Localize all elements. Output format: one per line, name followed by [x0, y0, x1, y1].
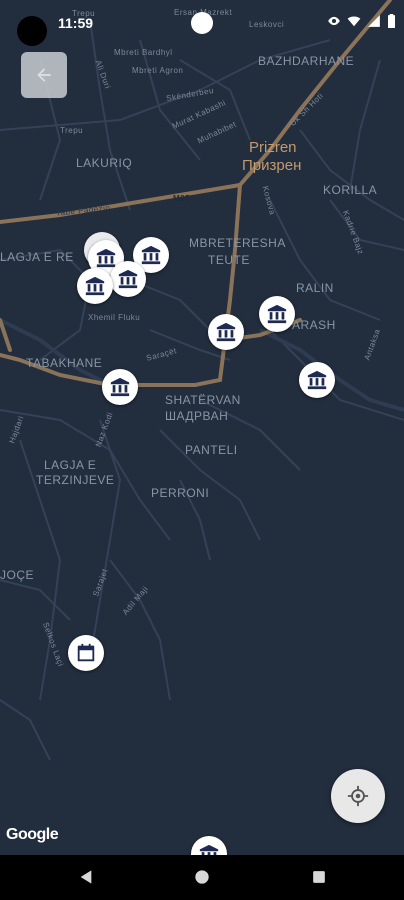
navigation-bar [0, 855, 404, 900]
area-label-bazhdarhane: BAZHDARHANE [258, 54, 355, 68]
museum-icon [96, 248, 116, 268]
camera-cutout [17, 16, 47, 46]
signal-icon [368, 15, 380, 27]
city-label-cyrillic: Призрен [242, 157, 302, 174]
square-recents-icon [313, 871, 325, 883]
area-label-mbreteresha: MBRETERESHA [189, 236, 286, 250]
area-label-lagja-e-re: LAGJA E RE [0, 250, 74, 264]
museum-icon [141, 245, 161, 265]
circle-home-icon [195, 870, 209, 884]
city-label: Prizren [249, 139, 297, 156]
street-label: Mbreti Bardhyl [114, 48, 173, 57]
nav-back-button[interactable] [76, 867, 96, 887]
status-icons [327, 14, 396, 28]
museum-marker[interactable] [110, 261, 146, 297]
area-label-korilla: KORILLA [323, 183, 378, 197]
street-label: Xhemil Fluku [88, 313, 141, 322]
battery-icon [388, 14, 395, 28]
area-label-terzinjeve: TERZINJEVE [36, 473, 115, 487]
arrow-left-icon [37, 68, 51, 82]
area-label-joce: JOÇE [0, 568, 35, 582]
area-label-perroni: PERRONI [151, 486, 210, 500]
museum-marker[interactable] [259, 296, 295, 332]
museum-icon [307, 370, 327, 390]
area-label-lakuriq: LAKURIQ [76, 156, 133, 170]
museum-icon [216, 322, 236, 342]
wifi-icon [347, 16, 361, 27]
eye-icon [328, 16, 340, 26]
area-label-panteli: PANTELI [185, 443, 238, 457]
area-label-teute: TEUTE [208, 253, 250, 267]
notification-dot-icon [191, 12, 213, 34]
crosshair-icon [347, 785, 369, 807]
museum-icon [85, 276, 105, 296]
area-label-shatervan-cyrillic: ШАДРВАН [165, 409, 229, 423]
triangle-back-icon [80, 870, 92, 884]
area-label-lagja-e: LAGJA E [44, 458, 97, 472]
area-label-tabakhane: TABAKHANE [26, 356, 103, 370]
museum-marker[interactable] [102, 369, 138, 405]
map-view[interactable]: Trepu Ersan Mazrekt Mbreti Bardhyl Mbret… [0, 0, 404, 855]
road-number-label: M25 [173, 194, 191, 203]
status-time: 11:59 [58, 15, 94, 31]
museum-marker[interactable] [208, 314, 244, 350]
area-label-arash: ARASH [292, 318, 336, 332]
area-label-shatervan: SHATËRVAN [165, 393, 241, 407]
back-button[interactable] [21, 52, 67, 98]
museum-marker[interactable] [299, 362, 335, 398]
street-label: Mbreti Agron [132, 66, 184, 75]
museum-icon [110, 377, 130, 397]
my-location-button[interactable] [331, 769, 385, 823]
museum-icon [118, 269, 138, 289]
nav-recents-button[interactable] [309, 867, 329, 887]
museum-icon [267, 304, 287, 324]
calendar-icon [77, 643, 95, 662]
google-attribution: Google [6, 826, 59, 843]
museum-icon [199, 844, 219, 855]
status-bar: 11:59 [0, 0, 404, 46]
museum-marker[interactable] [77, 268, 113, 304]
nav-home-button[interactable] [192, 867, 212, 887]
event-marker[interactable] [68, 635, 104, 671]
street-label: Trepu [60, 126, 84, 135]
area-label-ralin: RALIN [296, 281, 334, 295]
